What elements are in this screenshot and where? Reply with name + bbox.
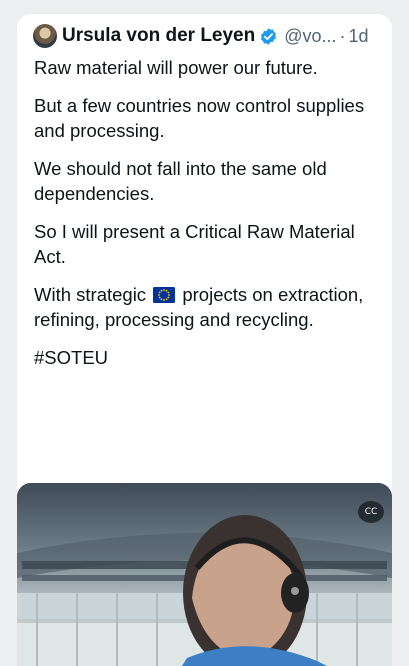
eu-flag-icon xyxy=(153,287,176,303)
author-handle[interactable]: @vo... xyxy=(284,26,336,47)
tweet-line-part: With strategic xyxy=(34,284,147,305)
closed-captions-icon[interactable]: CC xyxy=(358,501,384,523)
tweet-line: We should not fall into the same old dep… xyxy=(34,158,327,204)
verified-badge-icon xyxy=(261,27,277,45)
tweet-timestamp[interactable]: 1d xyxy=(349,26,369,47)
author-name[interactable]: Ursula von der Leyen xyxy=(62,25,255,47)
author-avatar[interactable] xyxy=(33,24,57,48)
tweet-line: Raw material will power our future. xyxy=(34,57,318,78)
tweet-line: With strategic projects on extraction, r… xyxy=(34,282,384,332)
captions-label: CC xyxy=(364,507,378,517)
video-frame xyxy=(17,483,392,666)
header-separator: · xyxy=(339,25,346,46)
hashtag-link[interactable]: #SOTEU xyxy=(34,345,384,370)
tweet-text: Raw material will power our future. But … xyxy=(34,55,384,383)
tweet-header: Ursula von der Leyen @vo... · 1d xyxy=(33,23,369,49)
tweet-line: So I will present a Critical Raw Materia… xyxy=(34,221,355,267)
video-media[interactable]: CC xyxy=(17,483,392,666)
tweet-card[interactable]: Ursula von der Leyen @vo... · 1d Raw mat… xyxy=(17,14,392,666)
tweet-line: But a few countries now control supplies… xyxy=(34,95,365,141)
